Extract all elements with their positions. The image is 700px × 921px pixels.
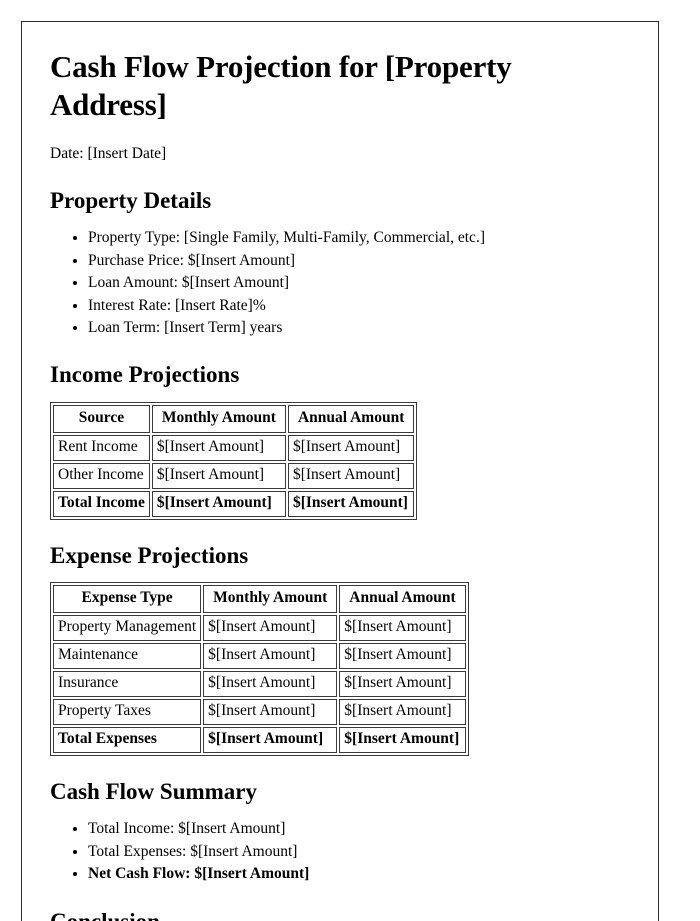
table-row: Maintenance $[Insert Amount] $[Insert Amou… (53, 643, 466, 670)
column-header: Annual Amount (339, 585, 466, 614)
list-item: Loan Amount: $[Insert Amount] (88, 272, 630, 294)
document-body: Cash Flow Projection for [Property Addre… (22, 22, 658, 921)
annual-amount-cell: $[Insert Amount] (287, 435, 415, 461)
list-item: Total Expenses: $[Insert Amount] (88, 841, 630, 863)
column-header: Monthly Amount (151, 405, 286, 433)
monthly-amount-cell: $[Insert Amount] (151, 490, 286, 517)
row-label-cell: Rent Income (53, 435, 150, 461)
row-label-cell: Total Income (53, 490, 150, 517)
section-heading-conclusion: Conclusion (50, 908, 630, 921)
column-header: Expense Type (53, 585, 202, 614)
table-row: Property Management $[Insert Amount] $[Ins… (53, 615, 466, 642)
table-header-row: Source Monthly Amount Annual Amount (53, 405, 415, 433)
income-projections-table: Source Monthly Amount Annual Amount Rent In… (50, 402, 418, 520)
property-details-list: Property Type: [Single Family, Multi-Fam… (50, 227, 630, 339)
expense-projections-table: Expense Type Monthly Amount Annual Amount P… (50, 582, 469, 756)
table-row: Rent Income $[Insert Amount] $[Insert Amou… (53, 435, 415, 461)
monthly-amount-cell: $[Insert Amount] (151, 462, 286, 489)
annual-amount-cell: $[Insert Amount] (287, 490, 415, 517)
monthly-amount-cell: $[Insert Amount] (203, 671, 338, 698)
list-item: Purchase Price: $[Insert Amount] (88, 250, 630, 272)
annual-amount-cell: $[Insert Amount] (339, 615, 466, 642)
section-heading-property-details: Property Details (50, 187, 212, 213)
section-heading-cash-flow-summary: Cash Flow Summary (50, 778, 258, 804)
annual-amount-cell: $[Insert Amount] (339, 699, 466, 725)
row-label-cell: Maintenance (53, 643, 202, 670)
document-date-line: Date: [Insert Date] (50, 144, 167, 162)
section-heading-income-projections: Income Projections (50, 362, 240, 388)
monthly-amount-cell: $[Insert Amount] (203, 699, 338, 725)
list-item: Net Cash Flow: $[Insert Amount] (88, 863, 630, 885)
list-item: Property Type: [Single Family, Multi-Fam… (88, 227, 630, 249)
row-label-cell: Total Expenses (53, 726, 202, 753)
table-row: Total Income $[Insert Amount] $[Insert Amo… (53, 490, 415, 517)
table-row: Property Taxes $[Insert Amount] $[Insert A… (53, 699, 466, 725)
annual-amount-cell: $[Insert Amount] (339, 671, 466, 698)
row-label-cell: Other Income (53, 462, 150, 489)
cash-flow-summary-list: Total Income: $[Insert Amount]Total Expe… (50, 818, 630, 885)
annual-amount-cell: $[Insert Amount] (339, 726, 466, 753)
monthly-amount-cell: $[Insert Amount] (203, 615, 338, 642)
document-page: Cash Flow Projection for [Property Addre… (21, 21, 659, 921)
column-header: Monthly Amount (203, 585, 338, 614)
column-header: Annual Amount (287, 405, 415, 433)
list-item: Total Income: $[Insert Amount] (88, 818, 630, 840)
monthly-amount-cell: $[Insert Amount] (203, 643, 338, 670)
table-header-row: Expense Type Monthly Amount Annual Amount (53, 585, 466, 614)
annual-amount-cell: $[Insert Amount] (339, 643, 466, 670)
monthly-amount-cell: $[Insert Amount] (151, 435, 286, 461)
table-row: Total Expenses $[Insert Amount] $[Insert A… (53, 726, 466, 753)
row-label-cell: Property Management (53, 615, 202, 642)
column-header: Source (53, 405, 150, 433)
row-label-cell: Insurance (53, 671, 202, 698)
monthly-amount-cell: $[Insert Amount] (203, 726, 338, 753)
table-row: Insurance $[Insert Amount] $[Insert Amount… (53, 671, 466, 698)
row-label-cell: Property Taxes (53, 699, 202, 725)
section-heading-expense-projections: Expense Projections (50, 542, 249, 568)
list-item: Interest Rate: [Insert Rate]% (88, 295, 630, 317)
annual-amount-cell: $[Insert Amount] (287, 462, 415, 489)
list-item: Loan Term: [Insert Term] years (88, 317, 630, 339)
page-title: Cash Flow Projection for [Property Addre… (50, 49, 512, 122)
table-row: Other Income $[Insert Amount] $[Insert Amo… (53, 462, 415, 489)
